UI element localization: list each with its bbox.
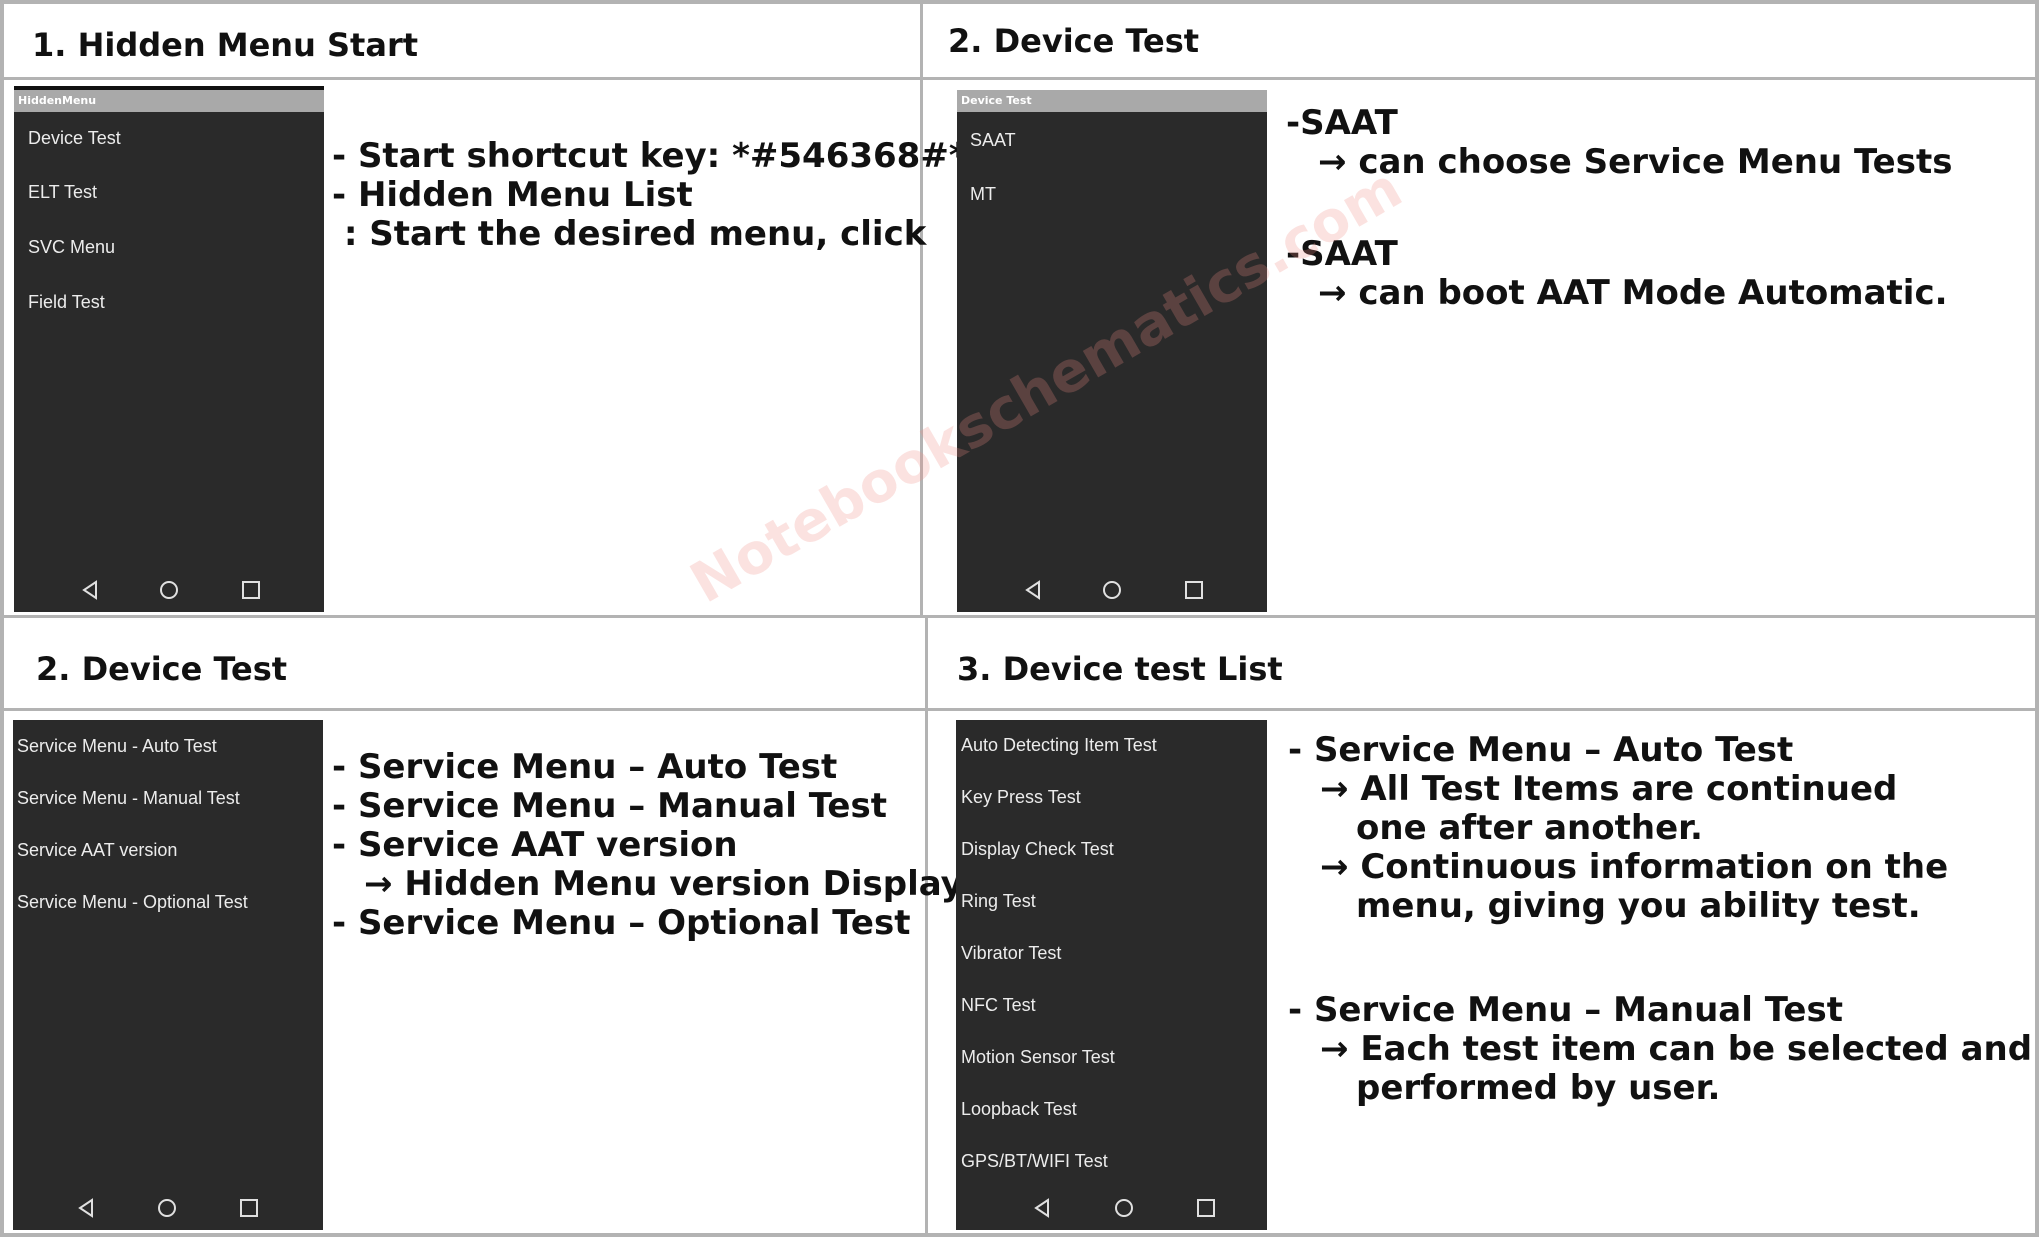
panel-1-line-1: - Start shortcut key: *#546368#*815#: [332, 136, 1067, 176]
panel-1-title: 1. Hidden Menu Start: [32, 26, 419, 64]
menu-item-elt-test[interactable]: ELT Test: [28, 182, 97, 203]
recents-icon[interactable]: [1182, 578, 1206, 602]
panel-1-line-2: - Hidden Menu List: [332, 175, 693, 215]
panel-2-title: 2. Device Test: [948, 22, 1200, 60]
panel-4-title: 3. Device test List: [957, 650, 1283, 688]
test-item-auto-detecting[interactable]: Auto Detecting Item Test: [961, 735, 1157, 756]
menu-item-optional-test[interactable]: Service Menu - Optional Test: [17, 892, 248, 913]
test-item-vibrator[interactable]: Vibrator Test: [961, 943, 1061, 964]
test-item-gps-bt-wifi[interactable]: GPS/BT/WIFI Test: [961, 1151, 1108, 1172]
panel-3-line-5: - Service Menu – Optional Test: [332, 903, 911, 943]
menu-item-aat-version[interactable]: Service AAT version: [17, 840, 177, 861]
panel-3-title: 2. Device Test: [36, 650, 288, 688]
phone-title: HiddenMenu: [18, 94, 97, 107]
test-item-nfc[interactable]: NFC Test: [961, 995, 1036, 1016]
panel-3-line-2: - Service Menu – Manual Test: [332, 786, 887, 826]
menu-item-mt[interactable]: MT: [970, 184, 996, 205]
home-icon[interactable]: [155, 1196, 179, 1220]
panel-3-line-3: - Service AAT version: [332, 825, 738, 865]
header-divider-bottom: [0, 708, 2039, 711]
column-divider-top: [920, 0, 923, 616]
test-item-ring[interactable]: Ring Test: [961, 891, 1036, 912]
panel-2-line-4: → can boot AAT Mode Automatic.: [1318, 273, 1948, 313]
header-divider-top: [0, 77, 2039, 80]
phone-screen-device-test-list: Auto Detecting Item Test Key Press Test …: [956, 720, 1267, 1230]
panel-4-line-6: - Service Menu – Manual Test: [1288, 990, 1843, 1030]
phone-screen-hidden-menu: HiddenMenu Device Test ELT Test SVC Menu…: [14, 86, 324, 612]
menu-item-manual-test[interactable]: Service Menu - Manual Test: [17, 788, 240, 809]
test-item-display-check[interactable]: Display Check Test: [961, 839, 1114, 860]
menu-item-device-test[interactable]: Device Test: [28, 128, 121, 149]
panel-4-line-4: → Continuous information on the: [1320, 847, 1949, 887]
panel-4-line-1: - Service Menu – Auto Test: [1288, 730, 1794, 770]
recents-icon[interactable]: [1194, 1196, 1218, 1220]
back-icon[interactable]: [74, 1196, 98, 1220]
nav-bar: [14, 568, 324, 612]
menu-item-auto-test[interactable]: Service Menu - Auto Test: [17, 736, 217, 757]
home-icon[interactable]: [1100, 578, 1124, 602]
back-icon[interactable]: [1021, 578, 1045, 602]
nav-bar: [957, 568, 1267, 612]
panel-3-line-1: - Service Menu – Auto Test: [332, 747, 838, 787]
recents-icon[interactable]: [237, 1196, 261, 1220]
recents-icon[interactable]: [239, 578, 263, 602]
test-item-motion-sensor[interactable]: Motion Sensor Test: [961, 1047, 1115, 1068]
row-divider: [0, 615, 2039, 618]
nav-bar: [13, 1186, 323, 1230]
panel-4-line-2: → All Test Items are continued: [1320, 769, 1898, 809]
phone-title: Device Test: [961, 94, 1032, 107]
panel-4-line-8: performed by user.: [1356, 1068, 1721, 1108]
home-icon[interactable]: [157, 578, 181, 602]
panel-4-line-3: one after another.: [1356, 808, 1703, 848]
phone-title-bar: Device Test: [957, 90, 1267, 112]
phone-screen-device-test: Device Test SAAT MT: [957, 90, 1267, 612]
test-item-key-press[interactable]: Key Press Test: [961, 787, 1081, 808]
panel-4-line-5: menu, giving you ability test.: [1356, 886, 1921, 926]
menu-item-svc-menu[interactable]: SVC Menu: [28, 237, 115, 258]
phone-screen-service-menu: Service Menu - Auto Test Service Menu - …: [13, 720, 323, 1230]
back-icon[interactable]: [1030, 1196, 1054, 1220]
home-icon[interactable]: [1112, 1196, 1136, 1220]
panel-2-line-3: -SAAT: [1286, 234, 1398, 274]
panel-3-line-4: → Hidden Menu version Display: [364, 864, 963, 904]
panel-2-line-2: → can choose Service Menu Tests: [1318, 142, 1953, 182]
test-item-loopback[interactable]: Loopback Test: [961, 1099, 1077, 1120]
menu-item-saat[interactable]: SAAT: [970, 130, 1016, 151]
back-icon[interactable]: [78, 578, 102, 602]
column-divider-bottom: [925, 616, 928, 1237]
panel-1-line-3: : Start the desired menu, click: [332, 214, 927, 254]
phone-title-bar: HiddenMenu: [14, 90, 324, 112]
panel-4-line-7: → Each test item can be selected and: [1320, 1029, 2033, 1069]
menu-item-field-test[interactable]: Field Test: [28, 292, 105, 313]
nav-bar: [956, 1186, 1267, 1230]
panel-2-line-1: -SAAT: [1286, 103, 1398, 143]
